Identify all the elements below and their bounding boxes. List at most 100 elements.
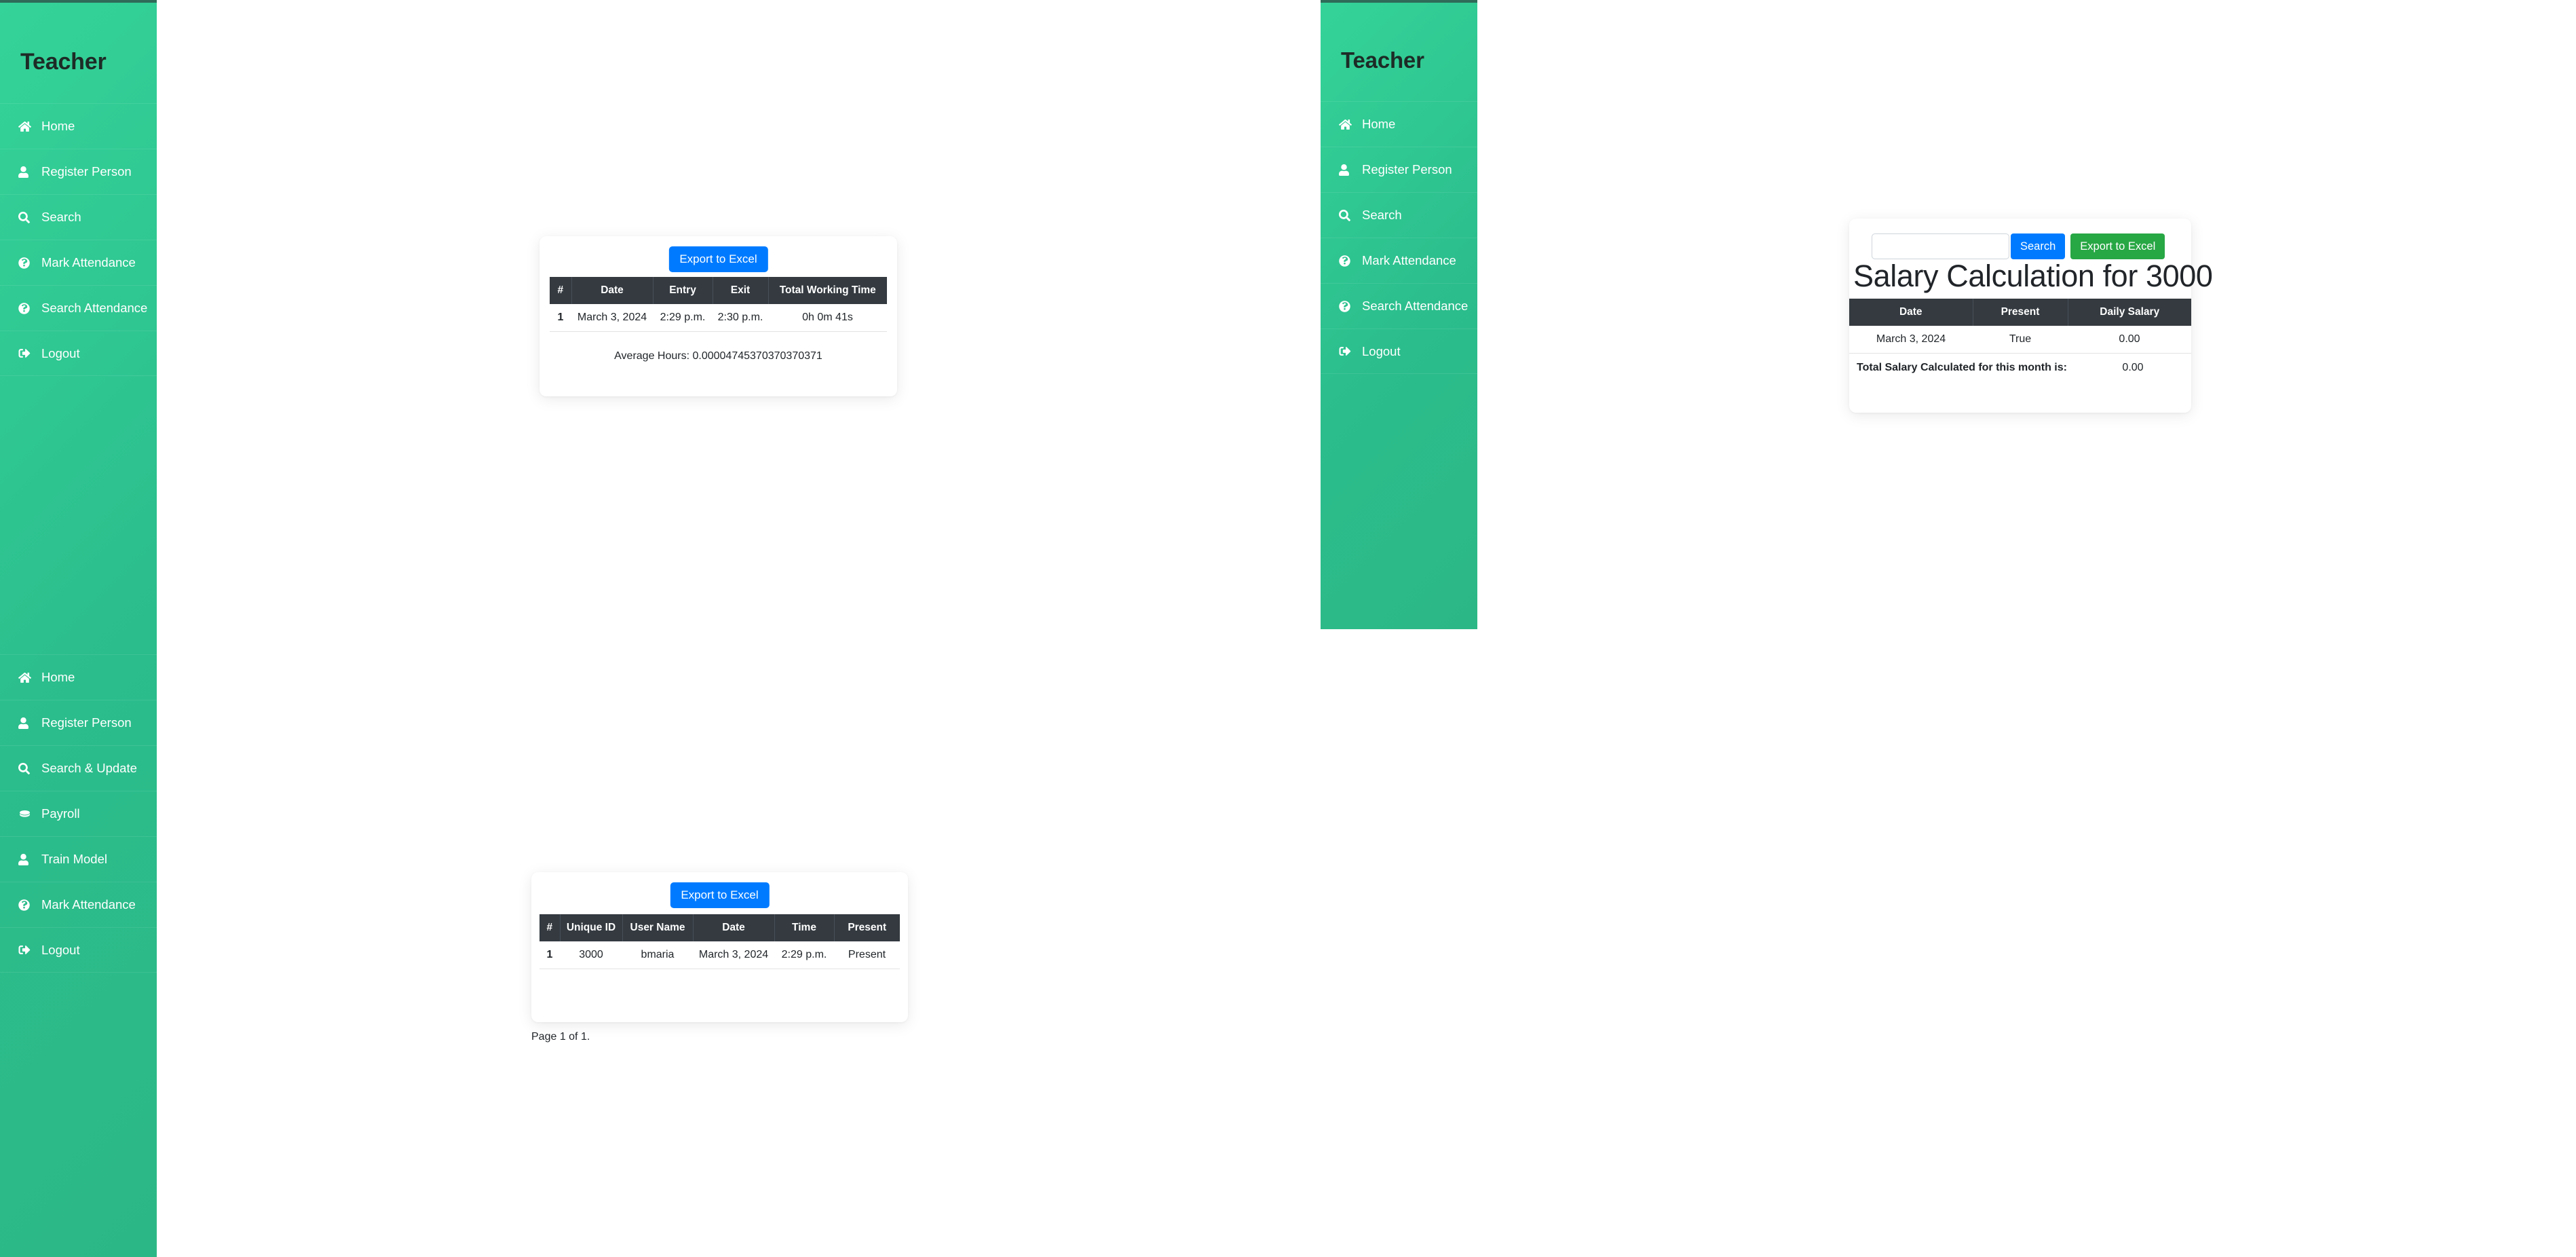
attendance-card: Export to Excel # Unique ID User Name Da…: [531, 872, 908, 1043]
sidebar-item-label: Logout: [1362, 343, 1401, 358]
sidebar-item-mark-attendance-2[interactable]: Mark Attendance: [0, 882, 157, 927]
sidebar-item-label: Logout: [41, 942, 80, 957]
sidebar-item-register-person[interactable]: Register Person: [0, 149, 157, 194]
sidebar-item-label: Home: [41, 119, 75, 133]
sidebar2-item-search[interactable]: Search: [1321, 192, 1477, 238]
col-entry: Entry: [652, 277, 713, 304]
sidebar-primary-menu-group-one: Home Register Person Search Mark Attenda…: [0, 103, 157, 376]
col-present: Present: [1972, 299, 2068, 326]
user-icon: [18, 717, 39, 729]
cell-exit: 2:30 p.m.: [713, 304, 768, 332]
cell-date: March 3, 2024: [1849, 326, 1973, 354]
logout-icon: [18, 944, 39, 956]
sidebar-item-logout[interactable]: Logout: [0, 331, 157, 376]
sidebar2-item-register-person[interactable]: Register Person: [1321, 147, 1477, 192]
search-icon: [18, 211, 39, 223]
sidebar2-item-logout[interactable]: Logout: [1321, 329, 1477, 374]
page-title: Salary Calculation for 3000: [1853, 259, 2213, 293]
sidebar-item-mark-attendance[interactable]: Mark Attendance: [0, 240, 157, 285]
sidebar-item-label: Home: [1362, 117, 1396, 131]
cell-daily-salary: 0.00: [2068, 326, 2191, 354]
sidebar2-item-mark-attendance[interactable]: Mark Attendance: [1321, 238, 1477, 283]
attendance-table-wrapper: # Unique ID User Name Date Time Present …: [531, 914, 900, 1043]
table-header-row: Date Present Daily Salary: [1849, 299, 2191, 326]
col-date: Date: [1849, 299, 1973, 326]
col-exit: Exit: [712, 277, 769, 304]
sidebar-item-search-and-update[interactable]: Search & Update: [0, 745, 157, 791]
logout-icon: [18, 348, 39, 359]
sidebar-item-label: Mark Attendance: [41, 255, 136, 269]
cell-date: March 3, 2024: [571, 304, 653, 332]
sidebar-secondary: Teacher Home Register Person Search Mark…: [1321, 0, 1477, 629]
working-time-table: # Date Entry Exit Total Working Time 1 M…: [550, 277, 887, 332]
cell-time: 2:29 p.m.: [774, 941, 834, 969]
sidebar-item-label: Train Model: [41, 852, 107, 866]
user-icon: [18, 853, 39, 865]
salary-table-wrapper: Date Present Daily Salary March 3, 2024 …: [1849, 299, 2191, 374]
sidebar-item-payroll[interactable]: Payroll: [0, 791, 157, 836]
table-body: 1 March 3, 2024 2:29 p.m. 2:30 p.m. 0h 0…: [550, 304, 887, 332]
sidebar-item-label: Mark Attendance: [1362, 253, 1456, 267]
sidebar-primary: Teacher Home Register Person Search Mark…: [0, 0, 157, 1257]
search-icon: [18, 762, 39, 774]
sidebar-item-label: Mark Attendance: [41, 897, 136, 912]
sidebar-secondary-menu: Home Register Person Search Mark Attenda…: [1321, 101, 1477, 374]
col-index: #: [550, 277, 572, 304]
search-input[interactable]: [1872, 233, 2009, 259]
sidebar-item-home[interactable]: Home: [0, 103, 157, 149]
question-circle-icon: [18, 257, 39, 269]
working-time-table-wrapper: # Date Entry Exit Total Working Time 1 M…: [550, 277, 887, 332]
sidebar-item-label: Register Person: [1362, 162, 1452, 176]
question-circle-icon: [1339, 300, 1359, 312]
sidebar-item-home-2[interactable]: Home: [0, 654, 157, 700]
sidebar-primary-menu-group-two: Home Register Person Search & Update Pay…: [0, 654, 157, 973]
sidebar2-item-home[interactable]: Home: [1321, 101, 1477, 147]
sidebar-item-label: Home: [41, 670, 75, 684]
col-date: Date: [692, 914, 775, 941]
cell-present: True: [1973, 326, 2068, 354]
home-icon: [18, 672, 39, 683]
sidebar-item-train-model[interactable]: Train Model: [0, 836, 157, 882]
export-to-excel-button[interactable]: Export to Excel: [670, 882, 770, 908]
table-header-row: # Unique ID User Name Date Time Present: [539, 914, 900, 941]
cell-unique-id: 3000: [560, 941, 622, 969]
question-circle-icon: [18, 302, 39, 314]
sidebar2-item-search-attendance[interactable]: Search Attendance: [1321, 283, 1477, 329]
working-time-card: Export to Excel # Date Entry Exit Total …: [539, 236, 897, 396]
sidebar-item-logout-2[interactable]: Logout: [0, 927, 157, 973]
sidebar-item-label: Payroll: [41, 806, 80, 821]
col-time: Time: [774, 914, 835, 941]
salary-table: Date Present Daily Salary March 3, 2024 …: [1849, 299, 2191, 354]
logout-icon: [1339, 345, 1359, 357]
salary-calculation-card: Search Export to Excel Salary Calculatio…: [1849, 219, 2213, 413]
salary-search-controls: Search Export to Excel: [1872, 233, 2165, 259]
col-user-name: User Name: [622, 914, 694, 941]
sidebar-item-label: Search & Update: [41, 761, 137, 775]
cell-present: Present: [834, 941, 900, 969]
col-unique-id: Unique ID: [559, 914, 623, 941]
sidebar-item-label: Logout: [41, 345, 80, 360]
sidebar-item-register-person-2[interactable]: Register Person: [0, 700, 157, 745]
sidebar-item-label: Register Person: [41, 164, 132, 179]
sidebar-item-label: Search: [41, 210, 81, 224]
table-row: 1 March 3, 2024 2:29 p.m. 2:30 p.m. 0h 0…: [550, 304, 887, 332]
pagination-info: Page 1 of 1.: [531, 1031, 590, 1043]
search-icon: [1339, 209, 1359, 221]
col-index: #: [539, 914, 561, 941]
export-to-excel-button[interactable]: Export to Excel: [668, 246, 768, 272]
question-circle-icon: [18, 899, 39, 911]
export-to-excel-button[interactable]: Export to Excel: [2070, 233, 2165, 259]
average-hours-text: Average Hours: 0.00004745370370370371: [614, 350, 822, 362]
coin-icon: [18, 808, 39, 820]
home-icon: [18, 121, 39, 132]
sidebar-item-search-attendance[interactable]: Search Attendance: [0, 285, 157, 331]
cell-user-name: bmaria: [622, 941, 693, 969]
sidebar-item-label: Search Attendance: [1362, 299, 1469, 313]
sidebar-secondary-brand: Teacher: [1341, 48, 1424, 73]
search-button[interactable]: Search: [2011, 233, 2066, 259]
total-salary-label: Total Salary Calculated for this month i…: [1857, 362, 2067, 373]
sidebar-item-label: Register Person: [41, 715, 132, 730]
col-date: Date: [571, 277, 654, 304]
table-head: Date Present Daily Salary: [1849, 299, 2191, 326]
sidebar-item-search[interactable]: Search: [0, 194, 157, 240]
